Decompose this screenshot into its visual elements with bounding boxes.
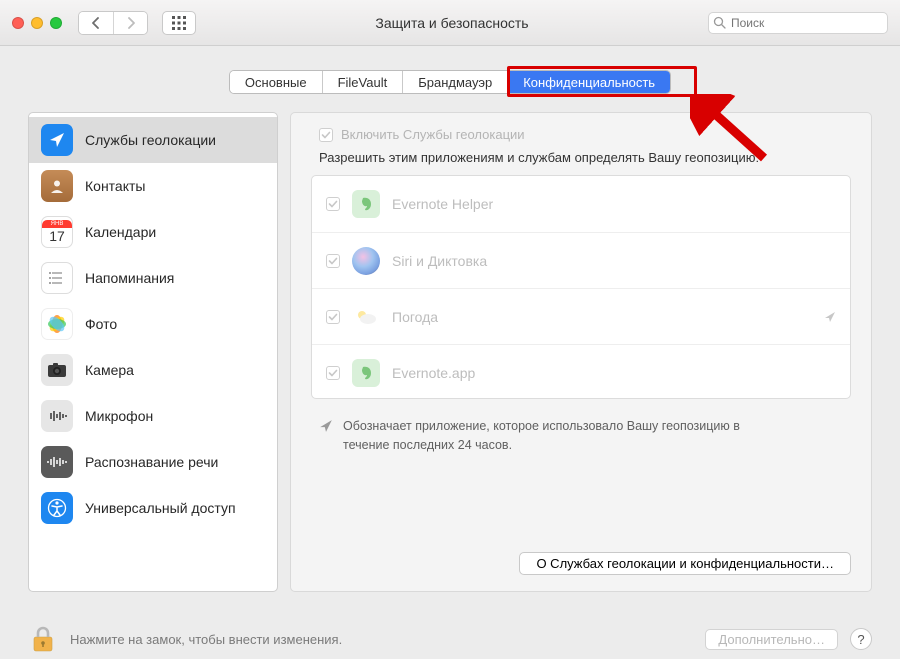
sidebar-item-camera[interactable]: Камера: [29, 347, 277, 393]
app-checkbox[interactable]: [326, 254, 340, 268]
microphone-icon: [41, 400, 73, 432]
enable-location-row: Включить Службы геолокации: [319, 127, 851, 142]
accessibility-icon: [41, 492, 73, 524]
photos-icon: [41, 308, 73, 340]
sidebar-item-label: Распознавание речи: [85, 454, 218, 470]
app-row[interactable]: Evernote Helper: [312, 176, 850, 232]
siri-icon: [352, 247, 380, 275]
sidebar-item-label: Фото: [85, 316, 117, 332]
app-row[interactable]: Siri и Диктовка: [312, 232, 850, 288]
nav-segmented: [78, 11, 148, 35]
sidebar-item-location[interactable]: Службы геолокации: [29, 117, 277, 163]
app-checkbox[interactable]: [326, 366, 340, 380]
privacy-sidebar: Службы геолокации Контакты ЯНВ17 Календа…: [28, 112, 278, 592]
app-name: Evernote Helper: [392, 196, 493, 212]
about-location-button[interactable]: О Службах геолокации и конфиденциальност…: [519, 552, 851, 575]
app-name: Погода: [392, 309, 812, 325]
minimize-window[interactable]: [31, 17, 43, 29]
tab-filevault[interactable]: FileVault: [322, 71, 403, 93]
window-title: Защита и безопасность: [206, 15, 698, 31]
location-indicator-icon: [824, 311, 836, 323]
contacts-icon: [41, 170, 73, 202]
app-name: Evernote.app: [392, 365, 475, 381]
app-name: Siri и Диктовка: [392, 253, 487, 269]
sidebar-item-reminders[interactable]: Напоминания: [29, 255, 277, 301]
privacy-detail-pane: Включить Службы геолокации Разрешить эти…: [290, 112, 872, 592]
weather-icon: [352, 303, 380, 331]
tab-privacy[interactable]: Конфиденциальность: [507, 71, 670, 93]
sidebar-item-label: Микрофон: [85, 408, 153, 424]
show-all-prefs-button[interactable]: [162, 11, 196, 35]
lock-label: Нажмите на замок, чтобы внести изменения…: [70, 632, 693, 647]
sidebar-item-speech[interactable]: Распознавание речи: [29, 439, 277, 485]
sidebar-item-label: Календари: [85, 224, 156, 240]
help-button[interactable]: ?: [850, 628, 872, 650]
search-icon: [713, 16, 726, 29]
lock-icon: [31, 625, 55, 653]
reminders-icon: [41, 262, 73, 294]
traffic-lights: [12, 17, 62, 29]
back-button[interactable]: [79, 12, 113, 34]
sidebar-item-calendar[interactable]: ЯНВ17 Календари: [29, 209, 277, 255]
allow-description: Разрешить этим приложениям и службам опр…: [319, 150, 851, 165]
app-row[interactable]: Погода: [312, 288, 850, 344]
app-row[interactable]: Evernote.app: [312, 344, 850, 399]
app-checkbox[interactable]: [326, 197, 340, 211]
sidebar-item-label: Напоминания: [85, 270, 174, 286]
indicator-note: Обозначает приложение, которое использов…: [319, 417, 843, 455]
speech-icon: [41, 446, 73, 478]
sidebar-item-contacts[interactable]: Контакты: [29, 163, 277, 209]
evernote-icon: [352, 359, 380, 387]
location-icon: [41, 124, 73, 156]
location-indicator-icon: [319, 419, 333, 433]
sidebar-item-label: Универсальный доступ: [85, 500, 236, 516]
footer: Нажмите на замок, чтобы внести изменения…: [0, 610, 900, 656]
sidebar-item-label: Контакты: [85, 178, 145, 194]
sidebar-item-microphone[interactable]: Микрофон: [29, 393, 277, 439]
sidebar-item-label: Камера: [85, 362, 134, 378]
sidebar-item-label: Службы геолокации: [85, 132, 216, 148]
advanced-button[interactable]: Дополнительно…: [705, 629, 838, 650]
evernote-icon: [352, 190, 380, 218]
calendar-icon: ЯНВ17: [41, 216, 73, 248]
tab-general[interactable]: Основные: [230, 71, 322, 93]
app-list: Evernote Helper Siri и Диктовка Погода E…: [311, 175, 851, 399]
enable-location-label: Включить Службы геолокации: [341, 127, 525, 142]
indicator-note-text: Обозначает приложение, которое использов…: [343, 417, 763, 455]
sidebar-item-photos[interactable]: Фото: [29, 301, 277, 347]
window-titlebar: Защита и безопасность: [0, 0, 900, 46]
sidebar-item-accessibility[interactable]: Универсальный доступ: [29, 485, 277, 531]
tab-firewall[interactable]: Брандмауэр: [402, 71, 507, 93]
close-window[interactable]: [12, 17, 24, 29]
zoom-window[interactable]: [50, 17, 62, 29]
camera-icon: [41, 354, 73, 386]
search-box: [708, 12, 888, 34]
search-input[interactable]: [708, 12, 888, 34]
enable-location-checkbox[interactable]: [319, 128, 333, 142]
tab-bar: Основные FileVault Брандмауэр Конфиденци…: [0, 46, 900, 112]
lock-button[interactable]: [28, 622, 58, 656]
app-checkbox[interactable]: [326, 310, 340, 324]
forward-button[interactable]: [113, 12, 147, 34]
